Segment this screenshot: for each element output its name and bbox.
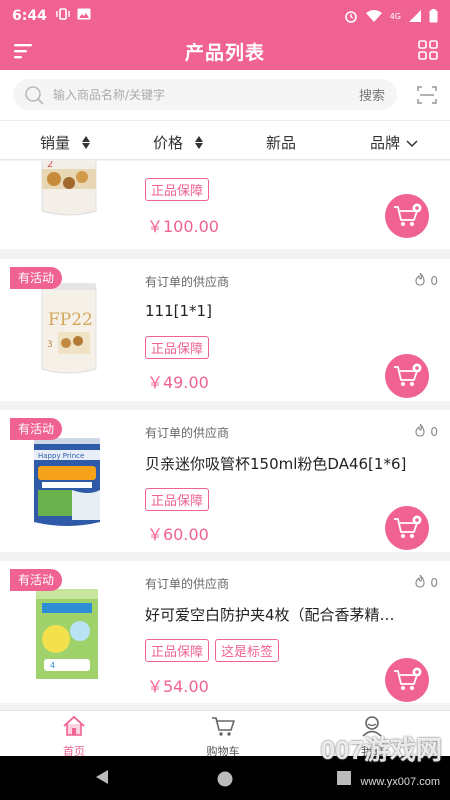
fire-icon [415,574,425,591]
product-card[interactable]: Happy Prince 有活动 有订单的供应商 0 贝亲迷你吸管杯150ml粉… [0,410,450,552]
sort-arrows-icon [195,136,204,149]
hot-count: 0 [430,274,438,288]
sort-price[interactable]: 价格 [153,132,204,153]
product-price: ￥49.00 [147,373,209,392]
chevron-down-icon [406,134,418,152]
signal-icon [409,10,421,22]
product-image: 2 [14,161,120,227]
product-name: 贝亲迷你吸管杯150ml粉色DA46[1*6] [145,455,407,473]
app-screen: 6:44 4G 产品列表 输入商品名称/关键字 搜索 销量 价格 新品 品牌 2… [0,0,450,800]
product-price: ￥60.00 [147,525,209,544]
add-to-cart-button[interactable] [385,506,429,550]
search-input[interactable] [53,87,333,102]
svg-text:4: 4 [50,661,55,670]
watermark-url: www.yx007.com [360,776,440,788]
svg-text:FP22: FP22 [48,310,93,330]
tab-cart[interactable]: 购物车 [193,715,253,759]
product-list: 2 正品保障 ￥100.00 FP22 3 有活动 有订单的供应商 0 111[… [0,161,450,710]
back-icon[interactable] [94,768,110,790]
product-badge: 正品保障 [145,488,210,511]
product-hot: 0 [415,574,438,591]
search-icon [23,84,45,106]
sort-new[interactable]: 新品 [266,132,296,153]
product-badges: 正品保障 [145,336,210,359]
product-name: 好可爱空白防护夹4枚（配合香茅精… [145,606,395,624]
battery-icon [429,9,438,23]
sort-bar: 销量 价格 新品 品牌 [0,120,450,160]
alarm-icon [344,9,358,23]
svg-text:Happy Prince: Happy Prince [38,452,84,460]
wifi-icon [365,10,382,22]
menu-icon[interactable] [12,41,34,61]
product-hot: 0 [415,423,438,440]
status-bar: 6:44 4G [0,0,450,32]
product-badge: 这是标签 [215,639,280,662]
product-badge: 正品保障 [145,639,210,662]
product-badge: 正品保障 [145,178,210,201]
sort-brand[interactable]: 品牌 [370,132,418,153]
product-badges: 正品保障 [145,178,210,201]
hot-count: 0 [430,425,438,439]
activity-tag: 有活动 [10,418,63,440]
image-icon [77,8,91,24]
add-to-cart-button[interactable] [385,658,429,702]
sort-sales[interactable]: 销量 [40,132,91,153]
product-hot: 0 [415,272,438,289]
sort-price-label: 价格 [153,134,184,152]
add-to-cart-button[interactable] [385,354,429,398]
home-icon [61,715,87,741]
watermark-logo: 007游戏网 [320,735,442,765]
search-button[interactable]: 搜索 [359,85,385,104]
svg-text:3: 3 [47,340,53,350]
fire-icon [415,423,425,440]
product-badges: 正品保障 [145,488,210,511]
fire-icon [415,272,425,289]
search-bar: 搜索 [0,70,450,120]
product-supplier: 有订单的供应商 [145,577,230,591]
cart-icon [210,715,236,741]
network-type: 4G [389,11,401,21]
product-badge: 正品保障 [145,336,210,359]
sort-arrows-icon [82,136,91,149]
recents-icon[interactable] [336,770,352,790]
product-name: 111[1*1] [145,302,212,320]
svg-text:2: 2 [47,161,53,170]
page-title: 产品列表 [184,41,265,64]
product-supplier: 有订单的供应商 [145,275,230,289]
product-card[interactable]: FP22 3 有活动 有订单的供应商 0 111[1*1] 正品保障 ￥49.0… [0,259,450,401]
product-badges: 正品保障 这是标签 [145,639,280,662]
activity-tag: 有活动 [10,569,63,591]
title-bar: 产品列表 [0,32,450,70]
grid-view-icon[interactable] [418,40,438,60]
activity-tag: 有活动 [10,267,63,289]
tab-home[interactable]: 首页 [44,715,104,759]
add-to-cart-button[interactable] [385,194,429,238]
home-button-icon[interactable] [216,770,234,792]
product-image: FP22 3 [14,277,120,383]
product-card[interactable]: 4 有活动 有订单的供应商 0 好可爱空白防护夹4枚（配合香茅精… 正品保障 这… [0,561,450,703]
product-card[interactable]: 2 正品保障 ￥100.00 [0,161,450,249]
scan-icon[interactable] [417,86,437,104]
hot-count: 0 [430,576,438,590]
sort-brand-label: 品牌 [370,134,401,152]
product-supplier: 有订单的供应商 [145,426,230,440]
product-image: Happy Prince [14,430,120,536]
product-image: 4 [14,581,120,687]
sort-new-label: 新品 [266,134,297,152]
product-price: ￥54.00 [147,677,209,696]
sort-sales-label: 销量 [40,134,71,152]
search-box: 搜索 [13,79,397,110]
status-time: 6:44 [12,8,47,24]
vibrate-icon [55,8,71,24]
product-price: ￥100.00 [147,217,219,236]
